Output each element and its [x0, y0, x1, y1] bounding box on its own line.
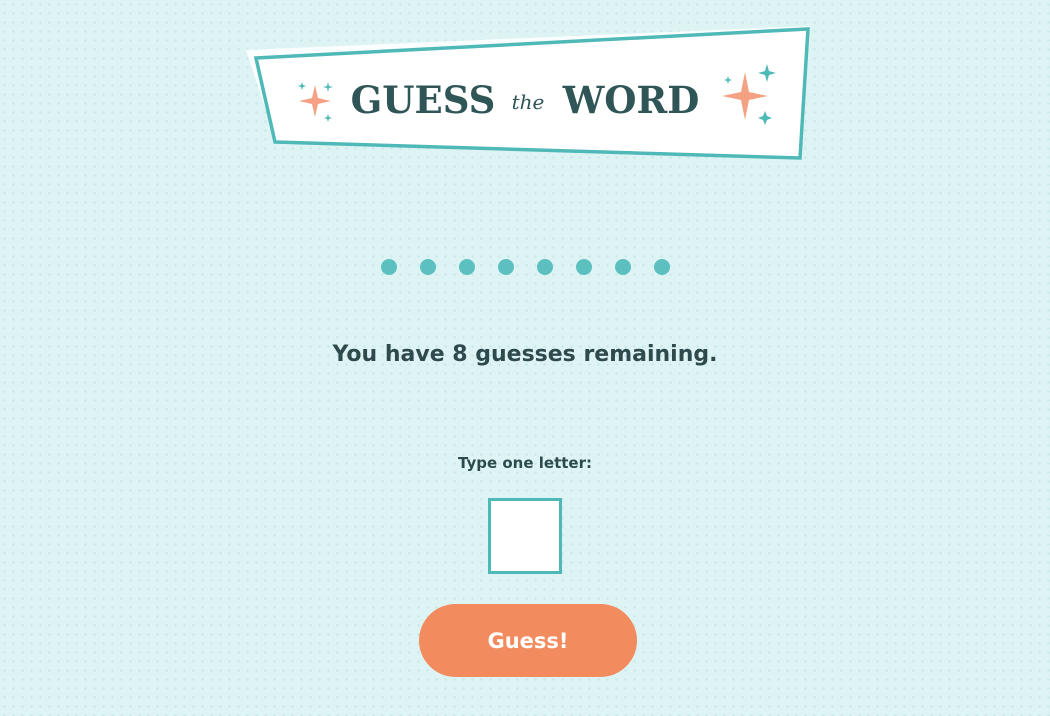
game-logo: GUESS the WORD	[240, 20, 820, 170]
letter-placeholder-dot	[497, 259, 514, 275]
letter-placeholder-dot	[614, 259, 631, 275]
title-word: WORD	[562, 78, 700, 122]
letter-placeholder-dot	[653, 259, 670, 275]
title-the: the	[512, 90, 545, 114]
letter-input[interactable]	[488, 498, 562, 574]
letter-placeholder-dot	[575, 259, 592, 275]
letter-placeholder-dot	[380, 259, 397, 275]
guess-button[interactable]: Guess!	[419, 604, 637, 677]
letter-input-label: Type one letter:	[458, 454, 592, 472]
word-placeholder	[0, 259, 1050, 277]
letter-placeholder-dot	[419, 259, 436, 275]
logo-banner: GUESS the WORD	[246, 26, 810, 160]
guesses-remaining-text: You have 8 guesses remaining.	[332, 342, 718, 367]
letter-placeholder-dot	[536, 259, 553, 275]
letter-placeholder-dot	[458, 259, 475, 275]
title-guess: GUESS	[351, 78, 496, 122]
